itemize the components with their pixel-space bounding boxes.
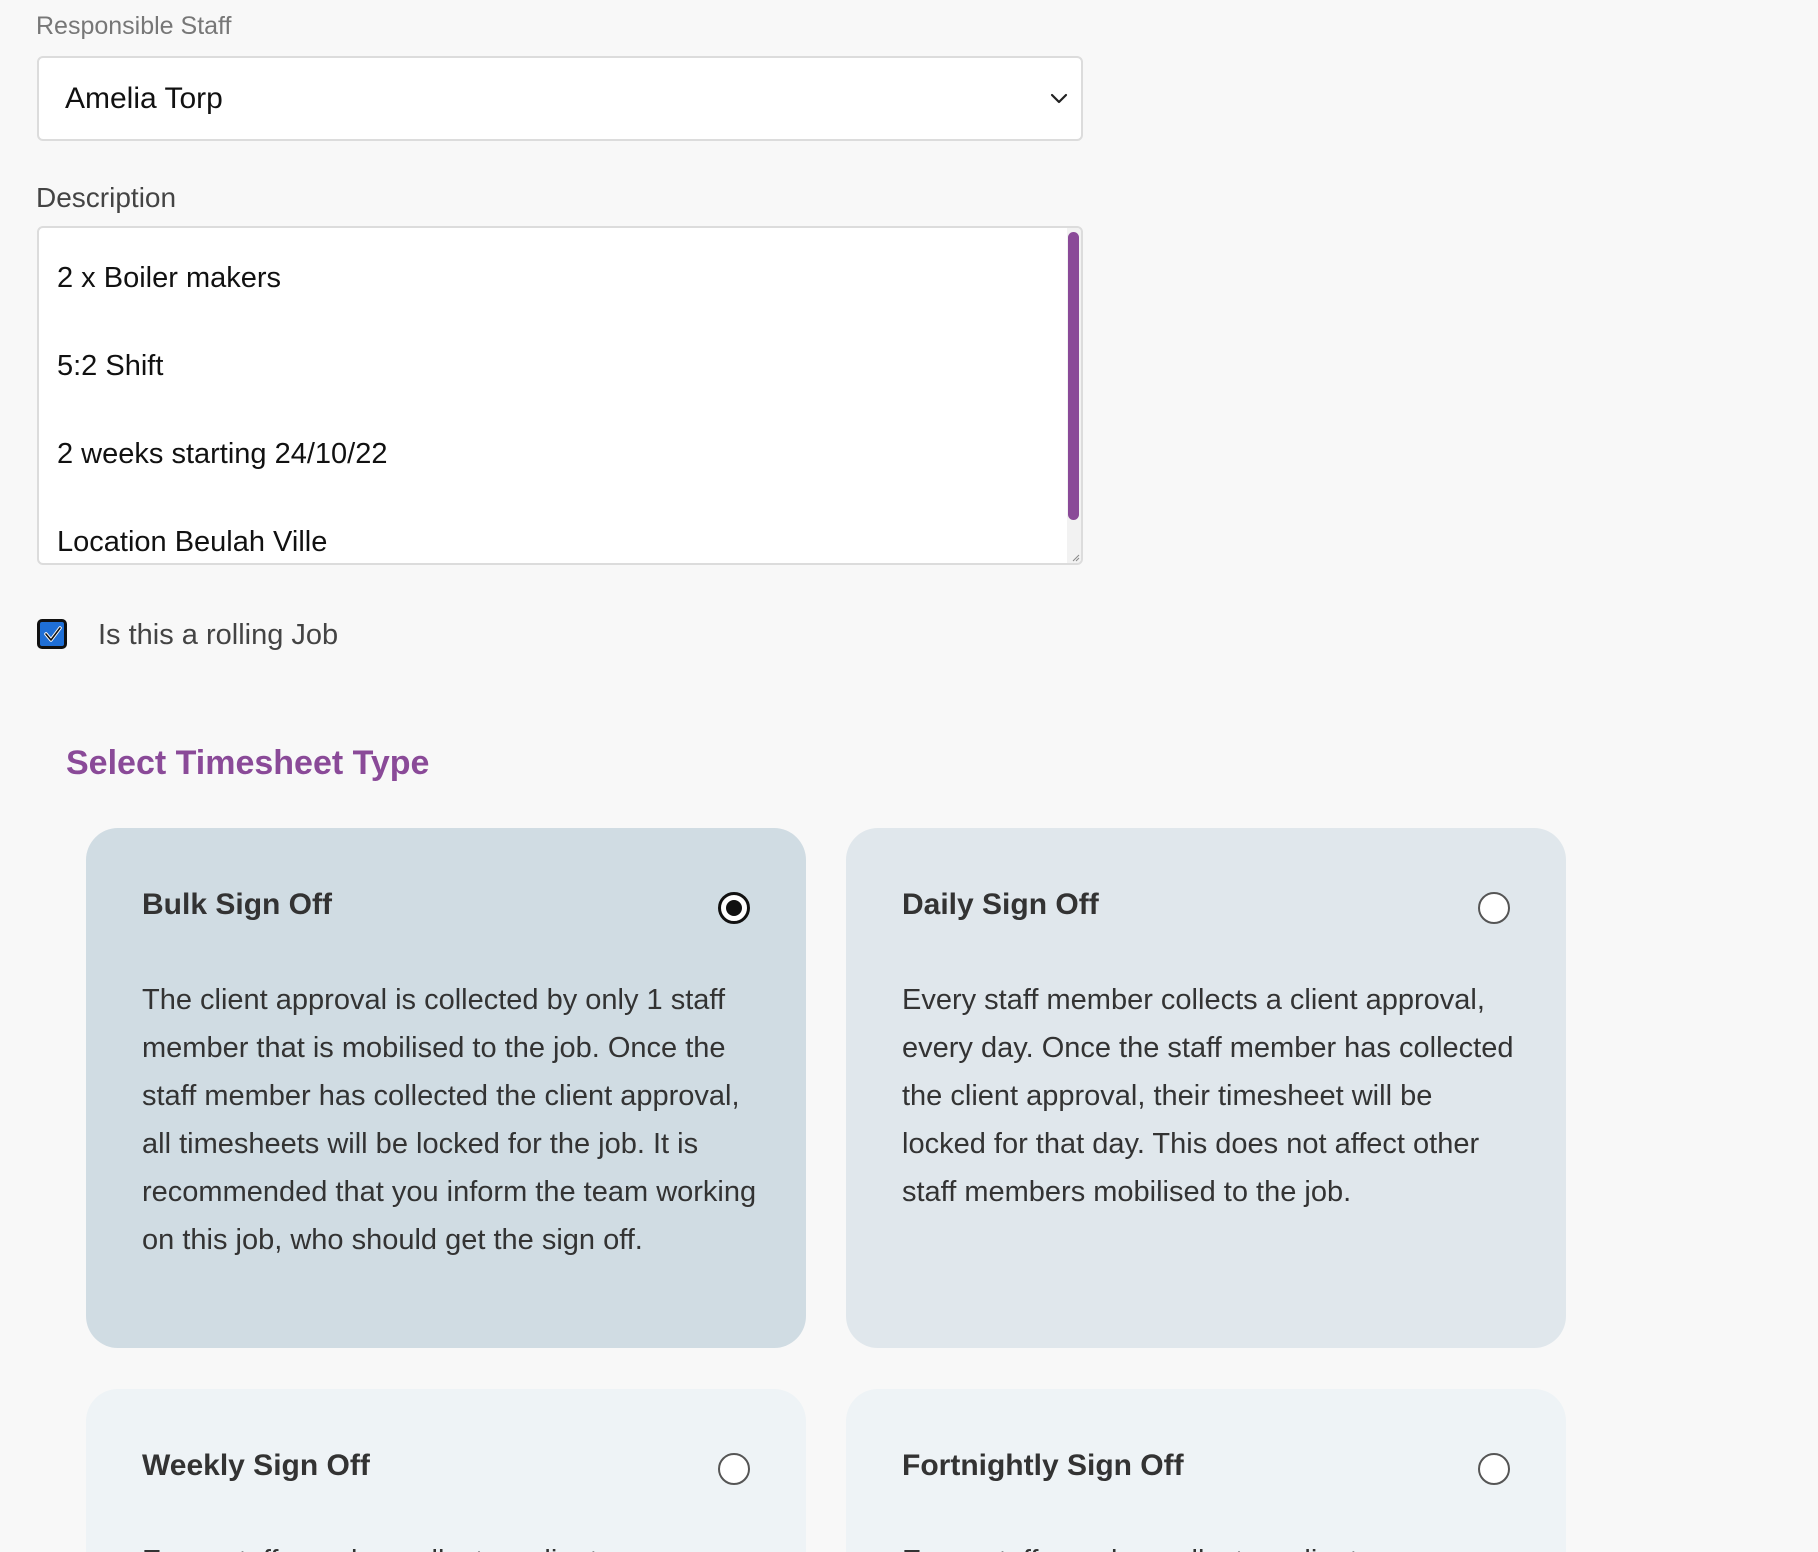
timesheet-option-bulk[interactable]: Bulk Sign Off The client approval is col… [86,828,806,1348]
description-line: Location Beulah Ville [57,526,328,558]
timesheet-option-daily[interactable]: Daily Sign Off Every staff member collec… [846,828,1566,1348]
option-description: Every staff member collects a client [902,1537,1522,1552]
option-title: Weekly Sign Off [142,1449,370,1482]
scrollbar-thumb[interactable] [1068,232,1079,520]
description-line: 5:2 Shift [57,350,164,382]
description-label: Description [36,182,177,213]
option-radio[interactable] [1478,1453,1510,1485]
resize-handle-icon[interactable] [1070,552,1080,562]
responsible-staff-select[interactable]: Amelia Torp [37,56,1083,141]
responsible-staff-value: Amelia Torp [65,82,223,115]
option-radio[interactable] [718,892,750,924]
option-radio[interactable] [718,1453,750,1485]
option-description: Every staff member collects a client app… [902,984,1514,1208]
rolling-job-label: Is this a rolling Job [98,619,339,651]
description-line: 2 x Boiler makers [57,262,282,294]
responsible-staff-label: Responsible Staff [36,12,232,40]
timesheet-type-title: Select Timesheet Type [66,744,430,782]
rolling-job-checkbox[interactable] [37,619,67,649]
description-textarea[interactable]: 2 x Boiler makers 5:2 Shift 2 weeks star… [37,226,1083,565]
timesheet-option-fortnightly[interactable]: Fortnightly Sign Off Every staff member … [846,1389,1566,1552]
chevron-down-icon [1050,93,1068,104]
job-form: Responsible Staff Amelia Torp Descriptio… [0,0,1818,1552]
description-scrollbar[interactable] [1067,228,1081,563]
timesheet-option-weekly[interactable]: Weekly Sign Off Every staff member colle… [86,1389,806,1552]
check-icon [44,626,62,642]
description-line: 2 weeks starting 24/10/22 [57,438,388,470]
option-title: Bulk Sign Off [142,888,332,921]
radio-selected-dot [726,900,742,916]
option-radio[interactable] [1478,892,1510,924]
option-title: Daily Sign Off [902,888,1099,921]
option-description: Every staff member collects a client [142,1537,762,1552]
option-title: Fortnightly Sign Off [902,1449,1184,1482]
option-description: The client approval is collected by only… [142,984,757,1256]
